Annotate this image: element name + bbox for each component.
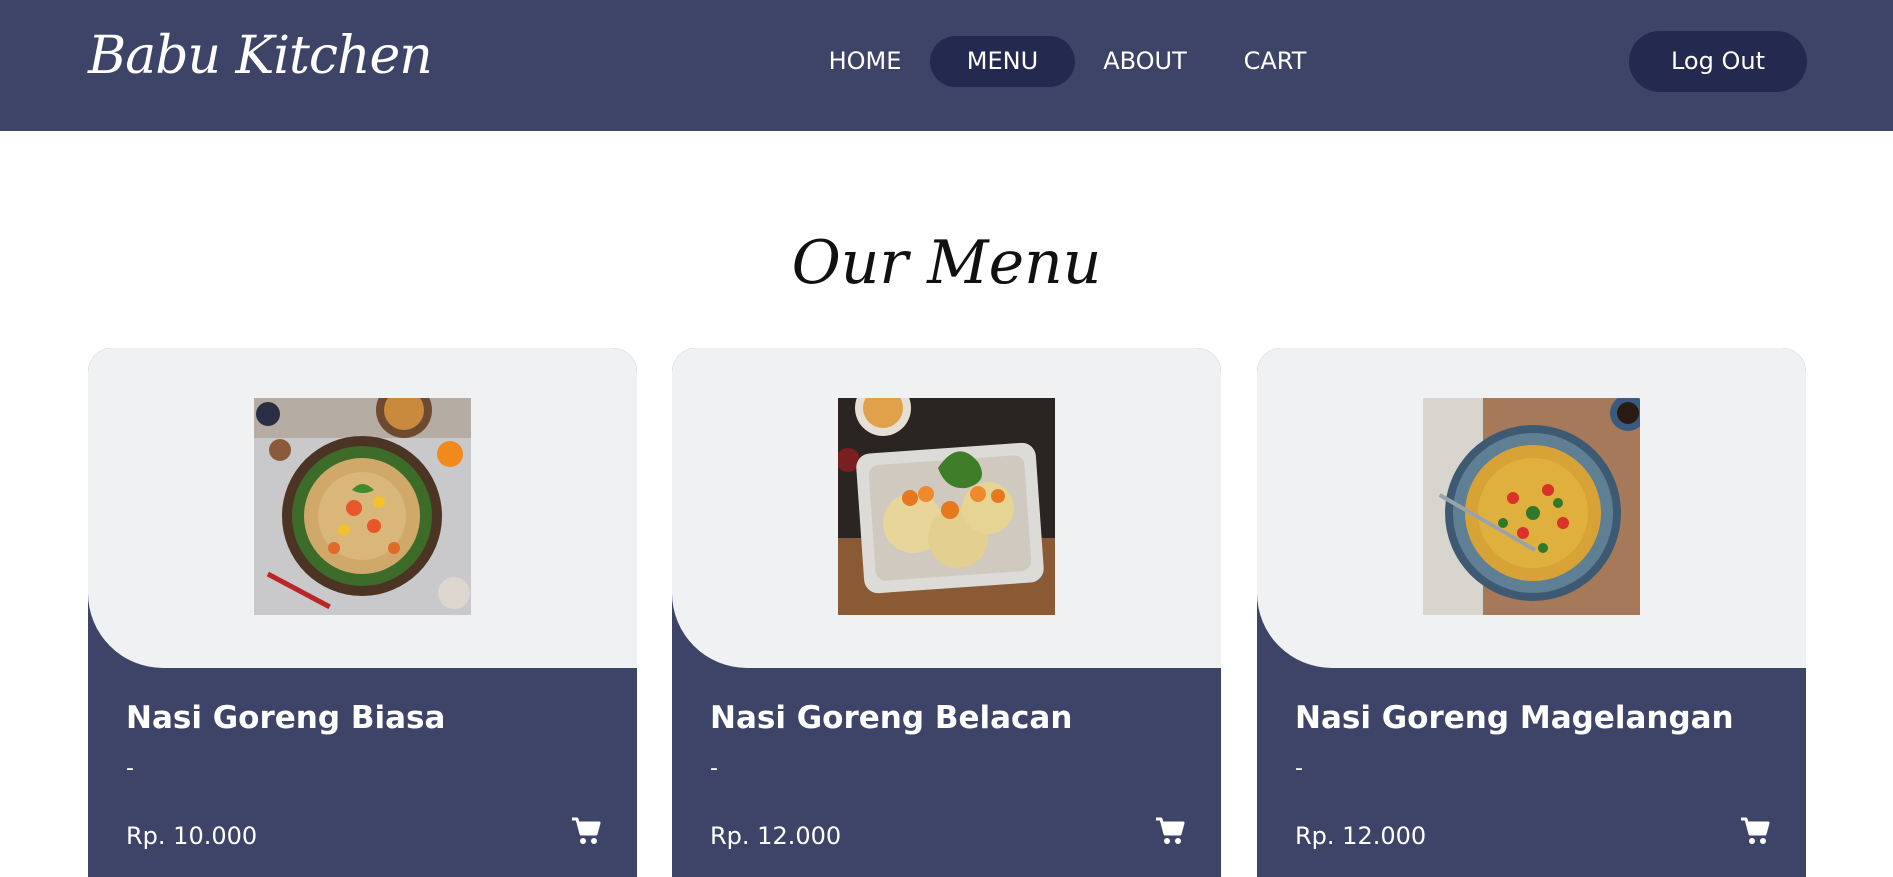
menu-card: Nasi Goreng Belacan - Rp. 12.000 — [672, 348, 1221, 877]
item-price: Rp. 12.000 — [1295, 822, 1427, 850]
food-image — [838, 398, 1055, 615]
food-image — [1423, 398, 1640, 615]
nav-home-link[interactable]: HOME — [810, 36, 920, 87]
cart-icon[interactable] — [571, 816, 601, 846]
nav-cart-link[interactable]: CART — [1220, 36, 1330, 87]
item-name: Nasi Goreng Magelangan — [1295, 700, 1734, 736]
navbar: Babu Kitchen HOME MENU ABOUT CART Log Ou… — [0, 0, 1893, 131]
card-image-area — [672, 348, 1221, 668]
item-description: - — [710, 756, 718, 781]
logout-button[interactable]: Log Out — [1629, 31, 1807, 92]
nav-about-link[interactable]: ABOUT — [1090, 36, 1200, 87]
nav-menu-link[interactable]: MENU — [930, 36, 1075, 87]
item-name: Nasi Goreng Belacan — [710, 700, 1073, 736]
item-description: - — [1295, 756, 1303, 781]
menu-card: Nasi Goreng Biasa - Rp. 10.000 — [88, 348, 637, 877]
item-description: - — [126, 756, 134, 781]
card-image-area — [1257, 348, 1806, 668]
cart-icon[interactable] — [1740, 816, 1770, 846]
cart-icon[interactable] — [1155, 816, 1185, 846]
brand-logo[interactable]: Babu Kitchen — [88, 26, 433, 86]
card-image-area — [88, 348, 637, 668]
item-name: Nasi Goreng Biasa — [126, 700, 446, 736]
food-image — [254, 398, 471, 615]
item-price: Rp. 10.000 — [126, 822, 258, 850]
section-title: Our Menu — [791, 228, 1102, 298]
item-price: Rp. 12.000 — [710, 822, 842, 850]
menu-card: Nasi Goreng Magelangan - Rp. 12.000 — [1257, 348, 1806, 877]
